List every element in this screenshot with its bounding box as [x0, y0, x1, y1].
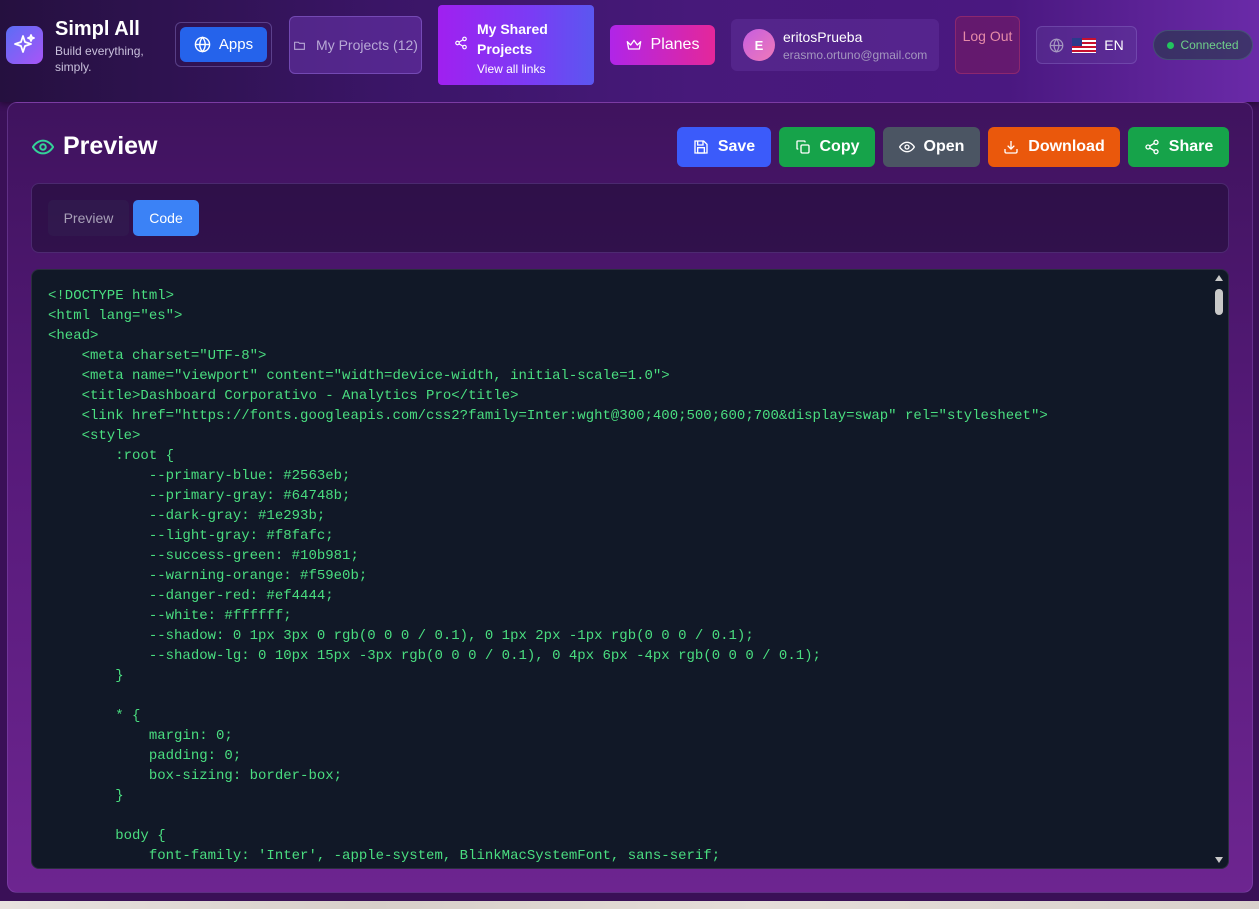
tab-code[interactable]: Code [133, 200, 199, 236]
panel-title: Preview [32, 132, 158, 161]
share-button[interactable]: Share [1128, 127, 1229, 167]
share-icon [455, 36, 467, 50]
logout-button[interactable]: Log Out [955, 16, 1020, 74]
eye-icon [898, 141, 915, 153]
user-card[interactable]: E eritosPrueba erasmo.ortuno@gmail.com [731, 19, 939, 71]
download-icon [1004, 141, 1018, 154]
code-viewer[interactable]: <!DOCTYPE html> <html lang="es"> <head> … [31, 269, 1229, 869]
plans-button[interactable]: Planes [610, 25, 715, 65]
my-shared-projects-button[interactable]: My Shared Projects View all links [438, 5, 594, 85]
crown-icon [626, 39, 641, 50]
folder-icon [294, 41, 305, 50]
globe-icon [194, 36, 211, 53]
eye-icon [32, 139, 54, 154]
share-icon [1145, 139, 1159, 155]
copy-icon [795, 140, 810, 154]
view-tabs-container [31, 183, 1229, 253]
apps-button[interactable]: Apps [180, 27, 267, 62]
scroll-down-arrow-icon[interactable] [1215, 857, 1223, 863]
tab-preview[interactable]: Preview [48, 200, 129, 236]
top-navigation-bar: Simpl All Build everything, simply. Apps… [0, 0, 1259, 102]
apps-button-label: Apps [218, 36, 254, 53]
brand-name: Simpl All [55, 18, 140, 40]
download-button-label: Download [1028, 138, 1105, 155]
code-content: <!DOCTYPE html> <html lang="es"> <head> … [48, 288, 1048, 864]
code-scrollbar[interactable] [1212, 270, 1226, 868]
sparkles-icon [13, 34, 35, 53]
shared-projects-title: My Shared Projects [477, 21, 548, 57]
connection-status-badge: Connected [1153, 30, 1253, 60]
background-strip [0, 901, 1259, 909]
copy-button[interactable]: Copy [779, 127, 875, 167]
user-name: eritosPrueba [783, 29, 863, 45]
shared-projects-subtitle: View all links [477, 62, 546, 76]
scroll-up-arrow-icon[interactable] [1215, 275, 1223, 281]
logo[interactable] [6, 26, 43, 64]
my-projects-button[interactable]: My Projects (12) [289, 16, 422, 74]
scrollbar-thumb[interactable] [1215, 289, 1223, 315]
language-selector[interactable]: EN [1036, 26, 1137, 64]
status-dot [1167, 41, 1175, 49]
user-email: erasmo.ortuno@gmail.com [783, 48, 928, 62]
share-button-label: Share [1168, 138, 1214, 155]
avatar: E [743, 29, 775, 61]
status-label: Connected [1180, 38, 1239, 52]
download-button[interactable]: Download [988, 127, 1120, 167]
save-button-label: Save [717, 138, 756, 155]
flag-us-icon [1072, 37, 1097, 53]
open-button-label: Open [923, 138, 965, 155]
copy-button-label: Copy [819, 138, 860, 155]
globe-icon [1049, 37, 1064, 53]
language-code: EN [1104, 37, 1124, 53]
my-projects-label: My Projects (12) [316, 37, 418, 53]
open-button[interactable]: Open [883, 127, 980, 167]
plans-label: Planes [650, 36, 700, 53]
save-icon [694, 140, 708, 154]
panel-title-text: Preview [63, 132, 158, 160]
save-button[interactable]: Save [677, 127, 771, 167]
brand-tagline: Build everything, simply. [55, 44, 144, 74]
